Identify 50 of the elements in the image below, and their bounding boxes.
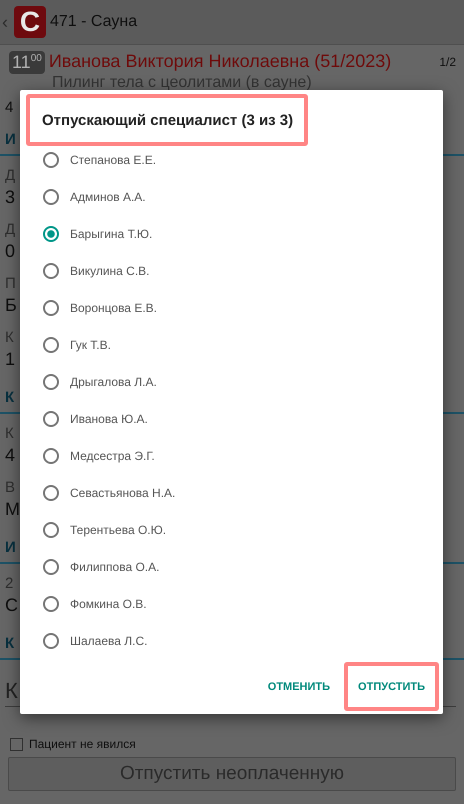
radio-option[interactable]: Фомкина О.В. bbox=[20, 585, 176, 622]
radio-option[interactable]: Медсестра Э.Г. bbox=[20, 437, 176, 474]
release-button[interactable]: ОТПУСТИТЬ bbox=[344, 662, 439, 711]
radio-button[interactable] bbox=[43, 522, 59, 538]
radio-button[interactable] bbox=[43, 226, 59, 242]
cancel-button[interactable]: ОТМЕНИТЬ bbox=[254, 662, 344, 711]
section-heading: К bbox=[5, 388, 14, 406]
time-badge: 11$^{00}$ bbox=[9, 51, 45, 74]
field-value: 3 bbox=[5, 186, 15, 208]
field-value: 1 bbox=[5, 348, 15, 370]
field-value: 4 bbox=[5, 444, 15, 466]
field-value: 0 bbox=[5, 240, 15, 262]
radio-option[interactable]: Барыгина Т.Ю. bbox=[20, 215, 176, 252]
row-text: 4 bbox=[5, 98, 14, 116]
radio-option[interactable]: Иванова Ю.А. bbox=[20, 400, 176, 437]
radio-button[interactable] bbox=[43, 300, 59, 316]
radio-button[interactable] bbox=[43, 152, 59, 168]
radio-option[interactable]: Терентьева О.Ю. bbox=[20, 511, 176, 548]
radio-button[interactable] bbox=[43, 262, 59, 278]
section-heading: К bbox=[5, 634, 14, 652]
radio-option[interactable]: Дрыгалова Л.А. bbox=[20, 363, 176, 400]
radio-option[interactable]: Викулина С.В. bbox=[20, 252, 176, 289]
radio-button[interactable] bbox=[43, 596, 59, 612]
section-heading: И bbox=[5, 130, 16, 148]
radio-button[interactable] bbox=[43, 448, 59, 464]
radio-option[interactable]: Гук Т.В. bbox=[20, 326, 176, 363]
field-label: 2 bbox=[5, 574, 14, 592]
field-value: Б bbox=[5, 294, 16, 316]
field-value: М bbox=[5, 498, 20, 520]
radio-button[interactable] bbox=[43, 410, 59, 426]
radio-option[interactable]: Севастьянова Н.А. bbox=[20, 474, 176, 511]
radio-button[interactable] bbox=[43, 374, 59, 390]
radio-button[interactable] bbox=[43, 336, 59, 352]
radio-option[interactable]: Воронцова Е.В. bbox=[20, 289, 176, 326]
radio-option[interactable]: Админов А.А. bbox=[20, 178, 176, 215]
page-counter: 1/2 bbox=[439, 55, 456, 69]
field-value: С bbox=[5, 594, 18, 616]
checkbox-label: Пациент не явился bbox=[29, 737, 136, 751]
radio-button[interactable] bbox=[43, 188, 59, 204]
radio-button[interactable] bbox=[43, 484, 59, 500]
radio-button[interactable] bbox=[43, 558, 59, 574]
screen-title: 471 - Сауна bbox=[50, 13, 138, 31]
patient-name: Иванова Виктория Николаевна (51/2023) bbox=[48, 51, 392, 72]
dialog-title: Отпускающий специалист (3 из 3) bbox=[26, 94, 308, 146]
radio-option[interactable]: Шалаева Л.С. bbox=[20, 622, 176, 659]
radio-option[interactable]: Филиппова О.А. bbox=[20, 548, 176, 585]
radio-button[interactable] bbox=[43, 632, 59, 648]
app-logo: С bbox=[14, 6, 46, 38]
checkbox[interactable] bbox=[10, 738, 23, 750]
section-heading: И bbox=[5, 538, 16, 556]
